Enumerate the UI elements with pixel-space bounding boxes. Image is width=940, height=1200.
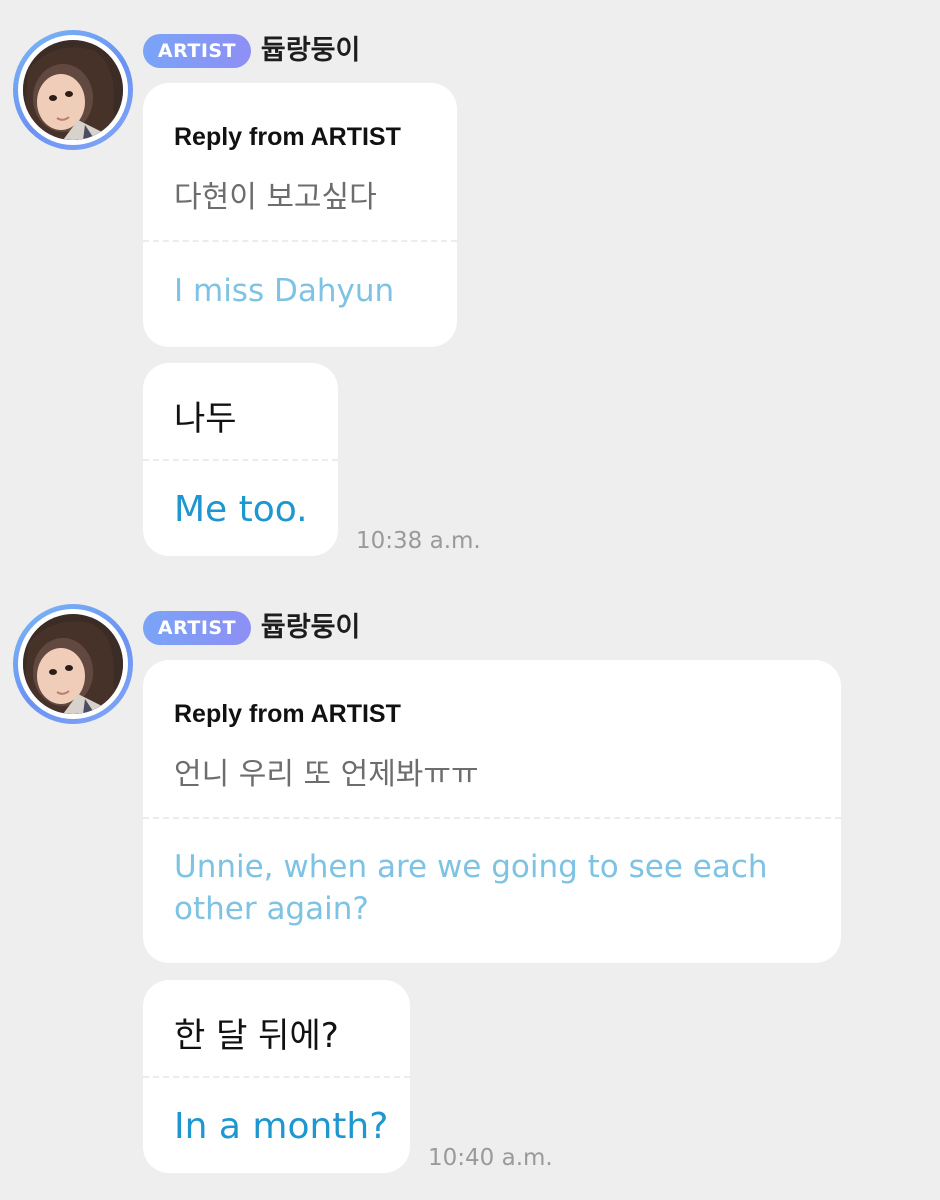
quoted-translation-text: I miss Dahyun (174, 273, 395, 309)
quoted-message-bubble[interactable]: Reply from ARTIST 다현이 보고싶다 I miss Dahyun (143, 83, 457, 347)
bubble-divider (143, 459, 338, 461)
artist-badge: ARTIST (143, 611, 251, 645)
quoted-original-text: 다현이 보고싶다 (174, 180, 377, 215)
reply-message-bubble[interactable]: 한 달 뒤에? In a month? (143, 980, 410, 1173)
bubble-divider (143, 817, 841, 819)
reply-original-text: 나두 (174, 399, 237, 439)
sender-name[interactable]: 듑랑둥이 (261, 611, 360, 645)
bubble-divider (143, 1076, 410, 1078)
artist-badge: ARTIST (143, 34, 251, 68)
avatar[interactable] (13, 30, 133, 150)
reply-message-bubble[interactable]: 나두 Me too. (143, 363, 338, 556)
reply-original-text: 한 달 뒤에? (174, 1016, 339, 1056)
reply-label: Reply from ARTIST (174, 700, 401, 728)
quoted-translation-text: Unnie, when are we going to see each oth… (174, 849, 768, 927)
sender-name[interactable]: 듑랑둥이 (261, 34, 360, 68)
message-timestamp: 10:38 a.m. (356, 528, 481, 554)
profile-photo-icon (23, 40, 123, 140)
quoted-message-bubble[interactable]: Reply from ARTIST 언니 우리 또 언제봐ㅠㅠ Unnie, w… (143, 660, 841, 963)
reply-translation-text: Me too. (174, 489, 308, 530)
reply-translation-text: In a month? (174, 1106, 389, 1147)
reply-label: Reply from ARTIST (174, 123, 401, 151)
bubble-divider (143, 240, 457, 242)
quoted-original-text: 언니 우리 또 언제봐ㅠㅠ (174, 757, 479, 792)
profile-photo-icon (23, 614, 123, 714)
avatar[interactable] (13, 604, 133, 724)
message-timestamp: 10:40 a.m. (428, 1145, 553, 1171)
